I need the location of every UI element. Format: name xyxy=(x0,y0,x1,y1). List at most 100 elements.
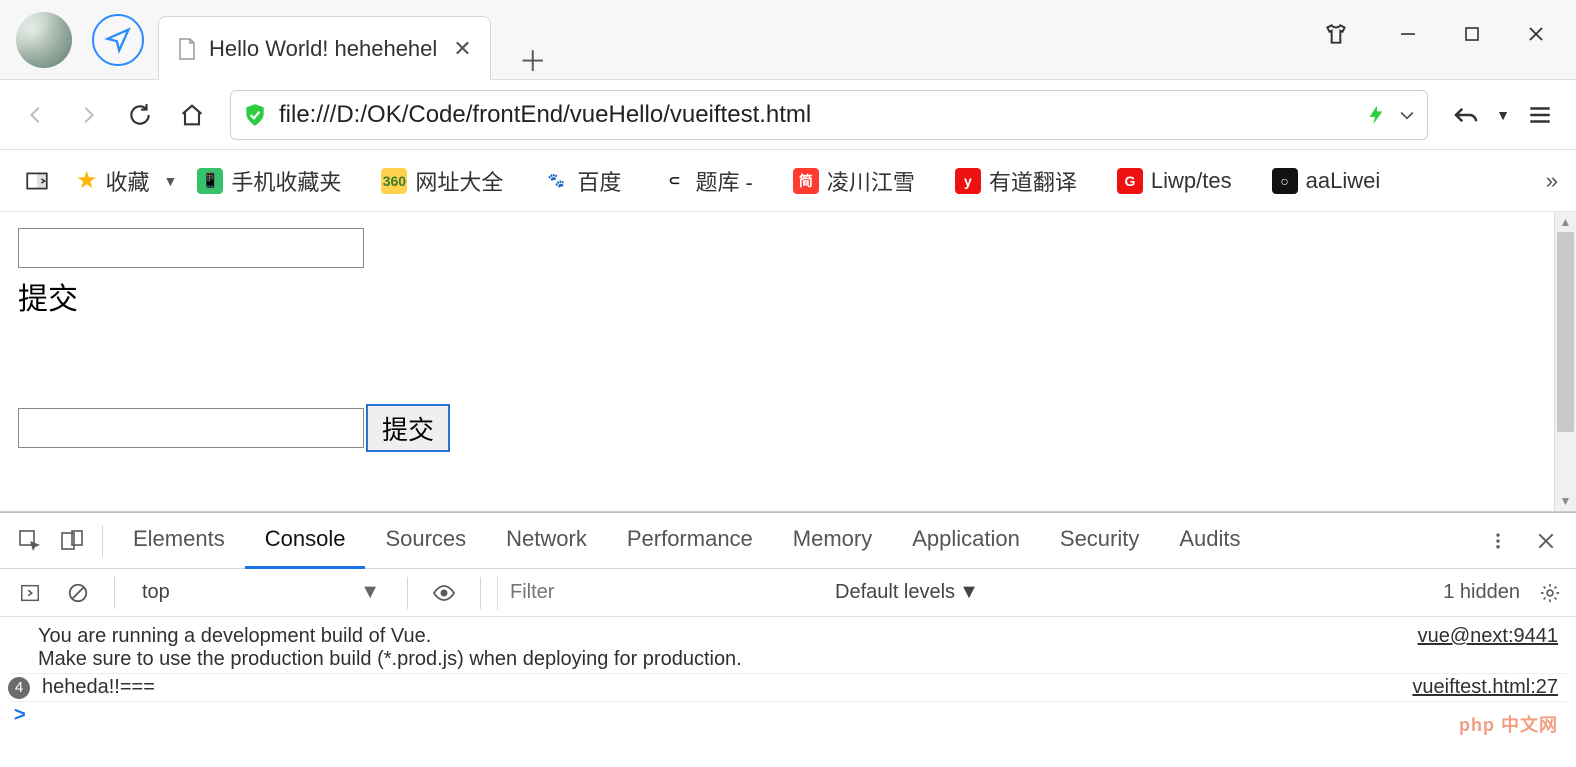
scrollbar-thumb[interactable] xyxy=(1557,232,1574,432)
reload-button[interactable] xyxy=(116,91,164,139)
home-button[interactable] xyxy=(168,91,216,139)
log-message: heheda!!=== xyxy=(42,676,155,698)
devtools-tab-audits[interactable]: Audits xyxy=(1159,513,1260,569)
devtools-tab-security[interactable]: Security xyxy=(1040,513,1159,569)
console-output[interactable]: You are running a development build of V… xyxy=(0,617,1576,767)
tab-title: Hello World! hehehehel xyxy=(209,36,437,62)
bookmark-label: 百度 xyxy=(577,165,621,197)
devtools-panel: ElementsConsoleSourcesNetworkPerformance… xyxy=(0,512,1576,767)
scroll-down-arrow[interactable]: ▼ xyxy=(1555,491,1576,511)
log-source-link[interactable]: vue@next:9441 xyxy=(1418,625,1566,671)
browser-tab-active[interactable]: Hello World! hehehehel ✕ xyxy=(158,16,491,80)
devtools-tab-application[interactable]: Application xyxy=(892,513,1040,569)
minimize-button[interactable] xyxy=(1376,8,1440,60)
bookmark-icon: ⊂ xyxy=(661,168,687,194)
devtools-tab-sources[interactable]: Sources xyxy=(365,513,486,569)
page-body: 提交 提交 xyxy=(0,212,1576,468)
window-close-button[interactable] xyxy=(1504,8,1568,60)
submit-button[interactable]: 提交 xyxy=(366,404,450,452)
bookmark-item[interactable]: ○aaLiwei xyxy=(1266,164,1387,198)
text-input-2[interactable] xyxy=(18,408,364,448)
bookmark-label: 网址大全 xyxy=(415,165,503,197)
undo-icon xyxy=(1451,100,1481,130)
devtools-tab-elements[interactable]: Elements xyxy=(113,513,245,569)
bookmark-item[interactable]: y有道翻译 xyxy=(949,161,1083,201)
context-value: top xyxy=(142,581,170,604)
url-text: file:///D:/OK/Code/frontEnd/vueHello/vue… xyxy=(279,101,1355,129)
home-icon xyxy=(178,101,206,129)
execution-context-select[interactable]: top ▼ xyxy=(131,576,391,610)
devtools-menu-button[interactable] xyxy=(1478,521,1518,561)
panel-icon xyxy=(24,168,50,194)
live-expression-button[interactable] xyxy=(424,573,464,613)
file-icon xyxy=(177,37,197,61)
window-controls xyxy=(1304,8,1568,60)
security-shield-icon xyxy=(241,101,269,129)
console-filter-input[interactable] xyxy=(497,576,827,610)
bookmark-item[interactable]: 360 网址大全 xyxy=(375,161,509,201)
nav-forward-button[interactable] xyxy=(64,91,112,139)
log-message: You are running a development build of V… xyxy=(38,625,431,647)
repeat-count-badge: 4 xyxy=(8,677,30,699)
devtools-tab-memory[interactable]: Memory xyxy=(773,513,892,569)
url-box[interactable]: file:///D:/OK/Code/frontEnd/vueHello/vue… xyxy=(230,90,1428,140)
clear-console-button[interactable] xyxy=(58,573,98,613)
eye-icon xyxy=(432,581,456,605)
chevron-down-icon: ▼ xyxy=(959,581,979,604)
bookmark-icon: 360 xyxy=(381,168,407,194)
scroll-up-arrow[interactable]: ▲ xyxy=(1555,212,1576,232)
main-menu-button[interactable] xyxy=(1516,91,1564,139)
send-location-button[interactable] xyxy=(92,14,144,66)
undo-dropdown[interactable]: ▼ xyxy=(1496,107,1510,123)
text-input-1[interactable] xyxy=(18,228,364,268)
devtools-toggle-bookmark[interactable] xyxy=(18,164,56,198)
gear-icon xyxy=(1539,582,1561,604)
bookmark-item[interactable]: 🐾百度 xyxy=(537,161,627,201)
chevron-down-icon: ▼ xyxy=(360,581,380,604)
log-message: Make sure to use the production build (*… xyxy=(38,648,742,670)
address-bar: file:///D:/OK/Code/frontEnd/vueHello/vue… xyxy=(0,80,1576,150)
star-icon: ★ xyxy=(76,166,98,195)
devtools-close-button[interactable] xyxy=(1526,521,1566,561)
bookmark-item[interactable]: ⊂题库 - xyxy=(655,161,758,201)
prompt-chevron-icon: > xyxy=(14,704,26,726)
vertical-scrollbar[interactable]: ▲ ▼ xyxy=(1554,212,1576,511)
sidebar-icon xyxy=(19,582,41,604)
skin-button[interactable] xyxy=(1304,8,1368,60)
log-levels-select[interactable]: Default levels ▼ xyxy=(835,581,979,604)
devtools-tab-console[interactable]: Console xyxy=(245,513,366,569)
hamburger-icon xyxy=(1527,102,1553,128)
hidden-messages-count[interactable]: 1 hidden xyxy=(1443,581,1526,604)
favorites-button[interactable]: ★ 收藏 xyxy=(70,161,156,201)
console-prompt[interactable]: > xyxy=(10,702,1566,727)
bookmark-item[interactable]: 📱手机收藏夹 xyxy=(191,161,347,201)
bookmark-icon: y xyxy=(955,168,981,194)
tab-close-button[interactable]: ✕ xyxy=(449,36,475,62)
kebab-icon xyxy=(1488,531,1508,551)
maximize-button[interactable] xyxy=(1440,8,1504,60)
bookmark-icon: 简 xyxy=(793,168,819,194)
console-log-row: You are running a development build of V… xyxy=(10,623,1566,673)
bookmark-item[interactable]: 简凌川江雪 xyxy=(787,161,921,201)
undo-button[interactable] xyxy=(1442,91,1490,139)
console-sidebar-toggle[interactable] xyxy=(10,573,50,613)
console-settings-button[interactable] xyxy=(1534,577,1566,609)
devtools-tab-network[interactable]: Network xyxy=(486,513,607,569)
device-icon xyxy=(60,529,84,553)
titlebar: Hello World! hehehehel ✕ ＋ xyxy=(0,0,1576,80)
tab-strip: Hello World! hehehehel ✕ ＋ xyxy=(158,0,553,80)
device-toolbar-button[interactable] xyxy=(52,521,92,561)
bookmarks-overflow-button[interactable]: » xyxy=(1546,168,1558,194)
submit-label[interactable]: 提交 xyxy=(18,274,1558,318)
new-tab-button[interactable]: ＋ xyxy=(513,40,553,80)
url-dropdown-button[interactable] xyxy=(1397,105,1417,125)
tshirt-icon xyxy=(1323,21,1349,47)
bookmark-item[interactable]: GLiwp/tes xyxy=(1111,164,1238,198)
log-source-link[interactable]: vueiftest.html:27 xyxy=(1412,676,1566,699)
nav-back-button[interactable] xyxy=(12,91,60,139)
favorites-dropdown[interactable]: ▼ xyxy=(164,173,178,189)
bookmark-label: Liwp/tes xyxy=(1151,168,1232,194)
devtools-tab-performance[interactable]: Performance xyxy=(607,513,773,569)
profile-avatar[interactable] xyxy=(16,12,72,68)
inspect-element-button[interactable] xyxy=(10,521,50,561)
